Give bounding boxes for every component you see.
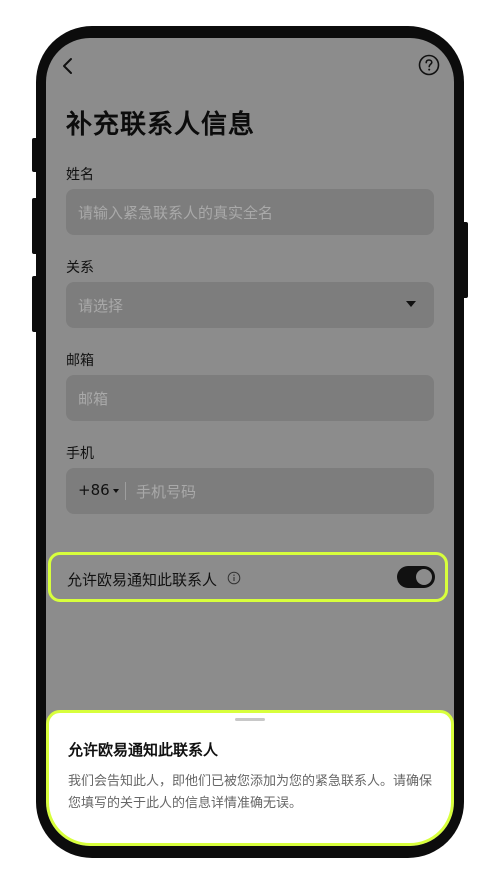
name-label: 姓名 xyxy=(66,167,94,183)
caret-down-icon xyxy=(406,301,416,307)
phone-input-group: +86 手机号码 xyxy=(66,468,434,514)
name-input[interactable]: 请输入紧急联系人的真实全名 xyxy=(66,189,434,235)
toggle-knob xyxy=(416,569,432,585)
name-placeholder: 请输入紧急联系人的真实全名 xyxy=(78,204,274,222)
chevron-left-icon[interactable] xyxy=(58,54,78,78)
phone-screen: 补充联系人信息 姓名 请输入紧急联系人的真实全名 关系 请选择 邮箱 邮箱 手机… xyxy=(46,38,454,846)
sheet-description: 我们会告知此人，即他们已被您添加为您的紧急联系人。请确保您填写的关于此人的信息详… xyxy=(68,774,433,811)
notify-contact-toggle[interactable] xyxy=(397,566,435,588)
bottom-sheet: 允许欧易通知此联系人 我们会告知此人，即他们已被您添加为您的紧急联系人。请确保您… xyxy=(46,710,454,846)
email-input[interactable]: 邮箱 xyxy=(66,375,434,421)
phone-number-input[interactable]: 手机号码 xyxy=(136,481,196,502)
relation-placeholder: 请选择 xyxy=(78,297,124,315)
phone-button-left-1 xyxy=(32,138,38,172)
question-circle-icon[interactable] xyxy=(418,54,440,76)
notify-contact-label: 允许欧易通知此联系人 xyxy=(67,571,218,589)
info-circle-icon[interactable] xyxy=(227,571,241,585)
country-code-selector[interactable]: +86 xyxy=(78,481,110,499)
phone-button-right xyxy=(462,222,468,298)
phone-button-left-3 xyxy=(32,276,38,332)
phone-button-left-2 xyxy=(32,198,38,254)
page-title: 补充联系人信息 xyxy=(66,110,256,140)
caret-down-icon[interactable] xyxy=(113,489,119,493)
relation-select[interactable]: 请选择 xyxy=(66,282,434,328)
relation-label: 关系 xyxy=(66,260,94,276)
sheet-title: 允许欧易通知此联系人 xyxy=(68,741,219,759)
email-placeholder: 邮箱 xyxy=(78,390,109,408)
notify-contact-row: 允许欧易通知此联系人 xyxy=(48,552,448,602)
phone-label: 手机 xyxy=(66,446,94,462)
divider xyxy=(125,482,126,500)
sheet-grabber[interactable] xyxy=(235,718,265,721)
email-label: 邮箱 xyxy=(66,353,94,369)
